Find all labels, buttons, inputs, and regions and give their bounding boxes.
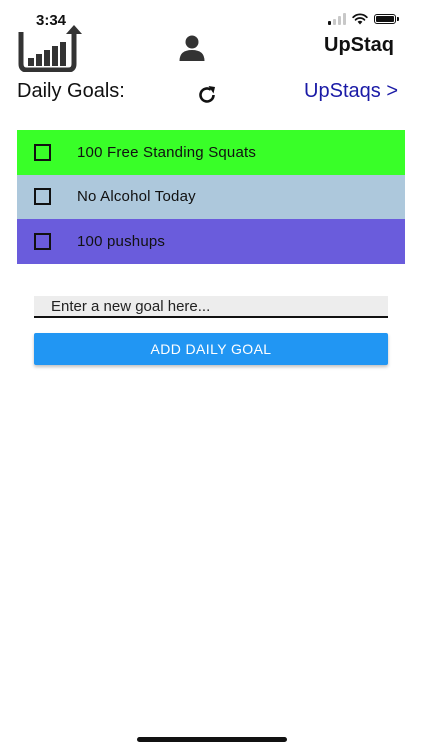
add-daily-goal-button[interactable]: ADD DAILY GOAL xyxy=(34,333,388,365)
goal-text: 100 pushups xyxy=(77,232,166,250)
daily-goals-heading: Daily Goals: xyxy=(17,80,125,102)
goal-checkbox[interactable] xyxy=(34,143,51,161)
goal-text: 100 Free Standing Squats xyxy=(77,143,257,161)
goal-checkbox[interactable] xyxy=(34,188,51,206)
refresh-icon[interactable] xyxy=(196,84,218,106)
wifi-icon xyxy=(352,13,368,25)
home-indicator[interactable] xyxy=(137,737,287,742)
goals-list: 100 Free Standing Squats No Alcohol Toda… xyxy=(17,130,405,264)
goal-item[interactable]: 100 pushups xyxy=(17,219,405,264)
upstaqs-link[interactable]: UpStaqs > xyxy=(304,80,398,103)
cellular-signal-icon xyxy=(328,13,346,25)
app-title: UpStaq xyxy=(324,34,394,56)
user-profile-icon[interactable] xyxy=(178,34,206,62)
goal-text: No Alcohol Today xyxy=(77,188,196,206)
goal-item[interactable]: No Alcohol Today xyxy=(17,174,405,220)
upstaq-logo-icon[interactable] xyxy=(18,24,84,72)
new-goal-field xyxy=(34,296,388,318)
goal-checkbox[interactable] xyxy=(34,232,51,250)
battery-icon xyxy=(374,14,399,24)
status-icons xyxy=(328,13,399,25)
goal-item[interactable]: 100 Free Standing Squats xyxy=(17,130,405,175)
new-goal-input[interactable] xyxy=(34,296,388,316)
